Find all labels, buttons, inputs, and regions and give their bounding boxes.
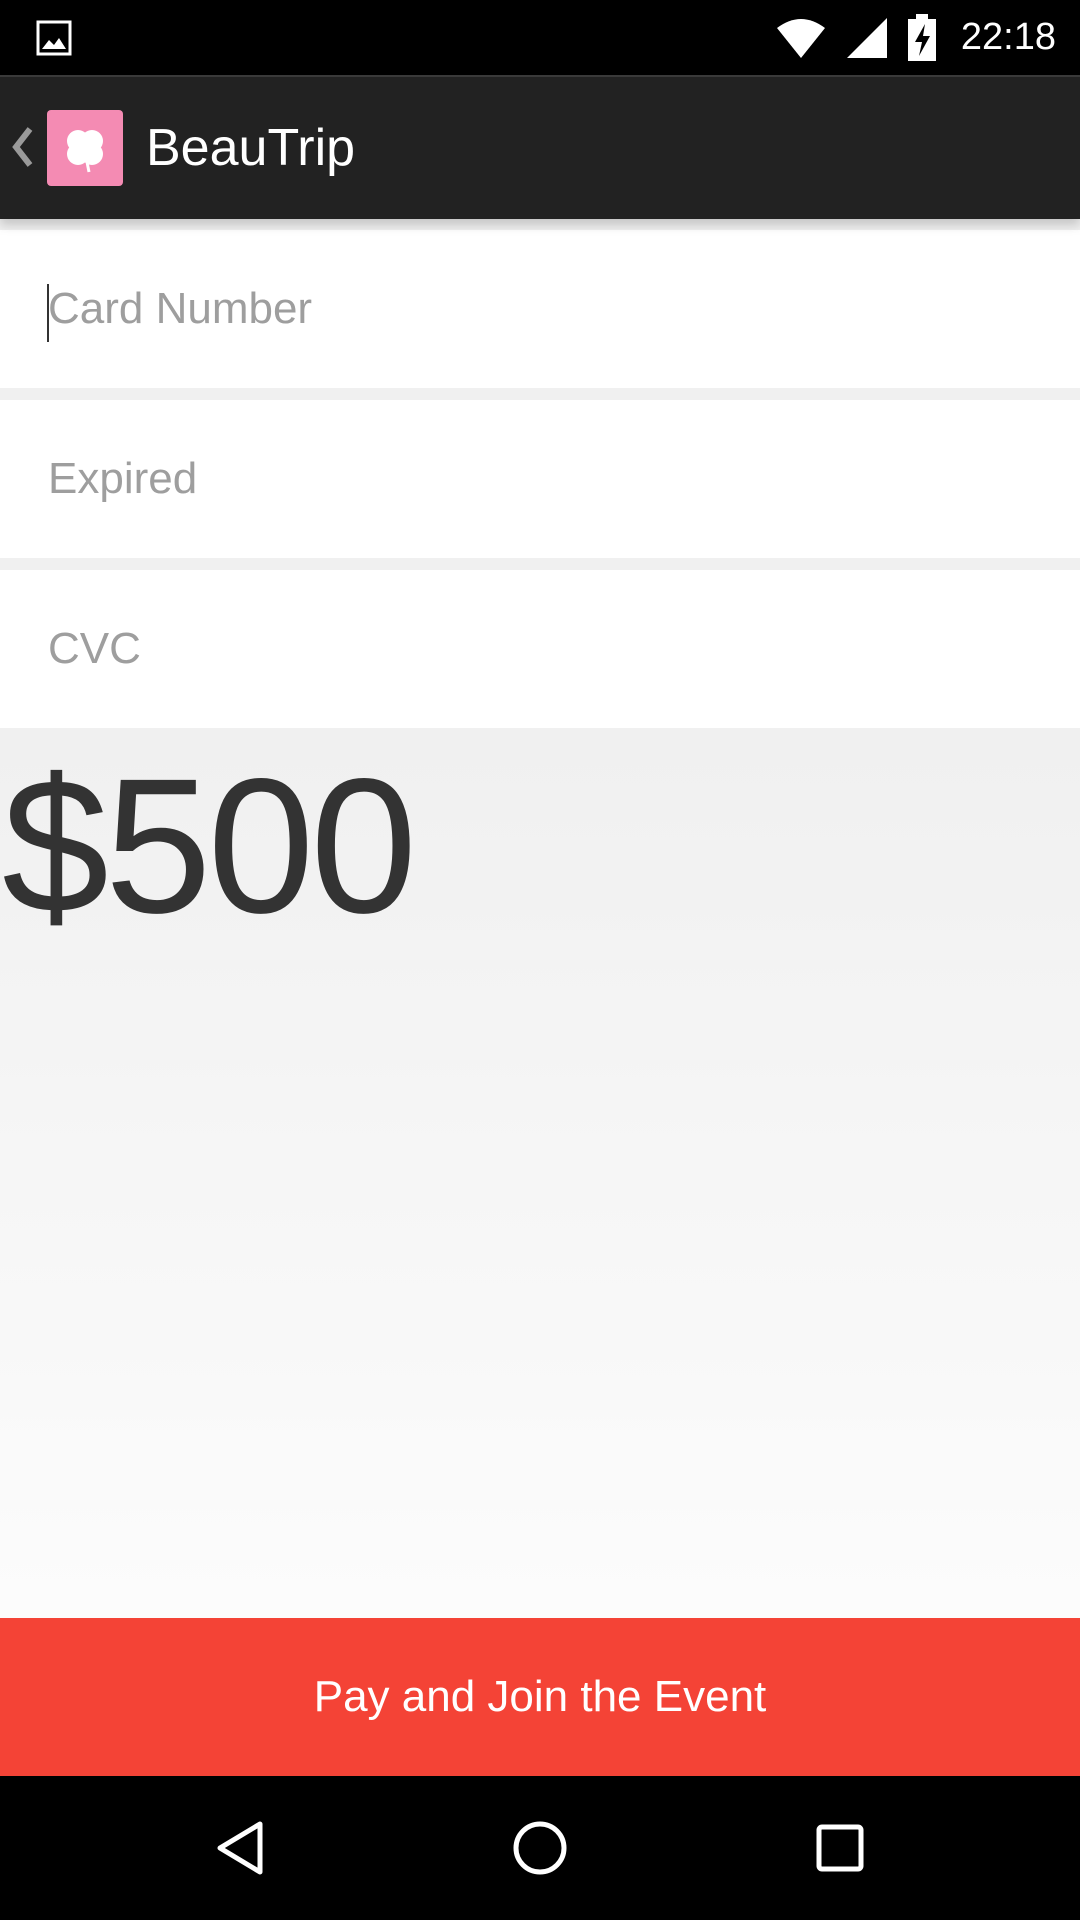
expired-field[interactable]	[0, 400, 1080, 558]
battery-charging-icon	[907, 13, 936, 61]
home-circle-icon	[513, 1821, 567, 1875]
nav-recents-button[interactable]	[792, 1800, 888, 1896]
back-triangle-icon	[217, 1821, 263, 1875]
recents-square-icon	[816, 1824, 864, 1872]
chevron-left-icon[interactable]	[10, 125, 34, 169]
price-amount: $500	[2, 738, 417, 953]
pay-and-join-button[interactable]: Pay and Join the Event	[0, 1618, 1080, 1776]
cvc-field[interactable]	[0, 570, 1080, 728]
expired-input[interactable]	[48, 400, 1048, 558]
payment-screen: 22:18 BeauTrip $500 Pay and	[0, 0, 1080, 1920]
card-number-field[interactable]	[0, 230, 1080, 388]
text-cursor	[47, 284, 49, 342]
status-bar: 22:18	[0, 0, 1080, 75]
gallery-icon	[36, 20, 72, 56]
nav-home-button[interactable]	[492, 1800, 588, 1896]
card-number-input[interactable]	[48, 230, 1048, 388]
action-bar: BeauTrip	[0, 75, 1080, 219]
cell-signal-icon	[846, 17, 887, 58]
navigation-bar	[0, 1776, 1080, 1920]
clover-icon	[67, 130, 103, 173]
nav-back-button[interactable]	[192, 1800, 288, 1896]
app-title: BeauTrip	[146, 119, 356, 177]
app-logo[interactable]	[47, 110, 123, 186]
status-time: 22:18	[960, 16, 1056, 58]
wifi-icon	[776, 18, 825, 58]
cvc-input[interactable]	[48, 570, 1048, 728]
status-icons: 22:18	[775, 0, 1056, 75]
